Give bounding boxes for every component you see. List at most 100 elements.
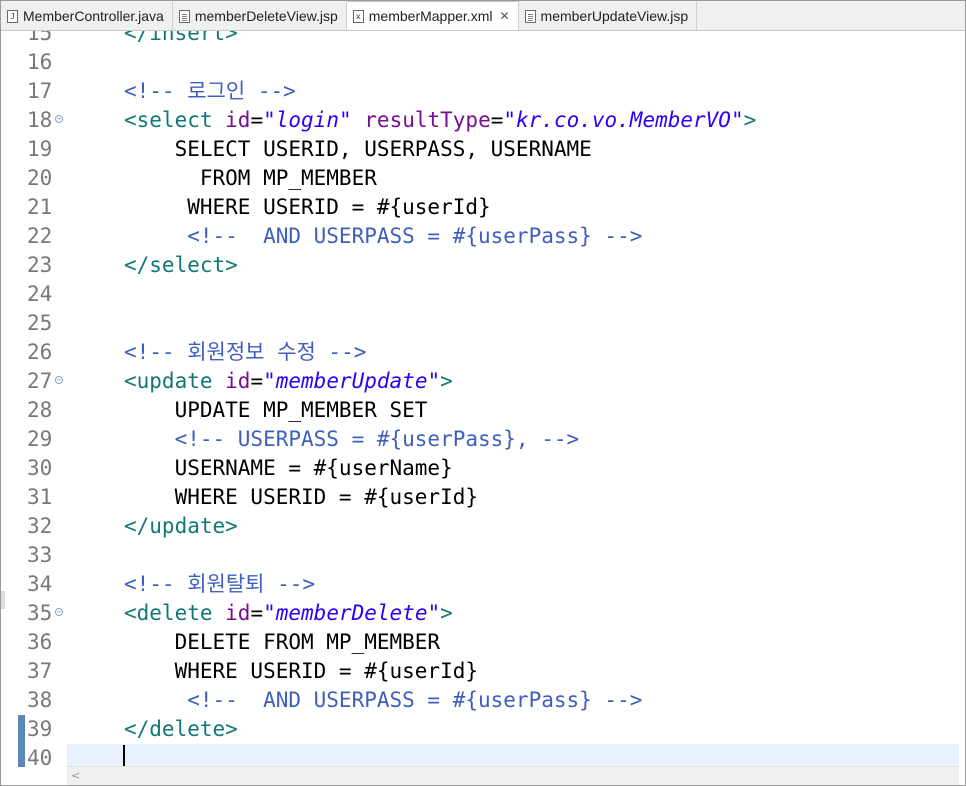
xml-file-icon: x: [352, 9, 364, 23]
code-text: </delete>: [124, 715, 238, 744]
tab-label: MemberController.java: [23, 8, 164, 24]
token-tag: </insert>: [124, 31, 238, 45]
token-tag: </update>: [124, 514, 238, 538]
line-number: 26: [27, 340, 53, 364]
code-line[interactable]: 38 <!-- AND USERPASS = #{userPass} -->: [1, 686, 965, 715]
scroll-left-arrow-icon[interactable]: <: [71, 769, 80, 782]
tab-label: memberMapper.xml: [368, 8, 493, 24]
line-number: 19: [27, 137, 53, 161]
tab-membercontroller-java[interactable]: J MemberController.java: [1, 2, 173, 30]
code-text: WHERE USERID = #{userId}: [124, 193, 491, 222]
code-line[interactable]: 21 WHERE USERID = #{userId}: [1, 193, 965, 222]
code-line[interactable]: 30 USERNAME = #{userName}: [1, 454, 965, 483]
token-com: <!-- 로그인 -->: [124, 79, 296, 103]
line-number: 30: [27, 456, 53, 480]
jsp-file-icon: [524, 9, 536, 23]
line-number: 24: [27, 282, 53, 306]
code-line[interactable]: 18− <select id="login" resultType="kr.co.…: [1, 106, 965, 135]
code-text: USERNAME = #{userName}: [124, 454, 453, 483]
code-line[interactable]: 39 </delete>: [1, 715, 965, 744]
code-text: <!-- 로그인 -->: [124, 77, 296, 106]
code-line[interactable]: 28 UPDATE MP_MEMBER SET: [1, 396, 965, 425]
code-line[interactable]: 16: [1, 48, 965, 77]
code-line[interactable]: 29 <!-- USERPASS = #{userPass}, -->: [1, 425, 965, 454]
code-line[interactable]: 20 FROM MP_MEMBER: [1, 164, 965, 193]
token-com: <!-- AND USERPASS = #{userPass} -->: [124, 688, 643, 712]
code-line[interactable]: 26 <!-- 회원정보 수정 -->: [1, 338, 965, 367]
tab-memberdeleteview-jsp[interactable]: memberDeleteView.jsp: [173, 2, 347, 30]
token-attr: id: [225, 601, 251, 625]
code-line[interactable]: 40: [1, 744, 965, 767]
code-text: </insert>: [124, 31, 238, 48]
line-number: 15: [27, 31, 53, 45]
line-number: 16: [27, 50, 53, 74]
token-tag: <update: [124, 369, 226, 393]
code-line[interactable]: 24: [1, 280, 965, 309]
token-attr: id: [225, 108, 251, 132]
token-attr: resultType: [364, 108, 491, 132]
token-eq: =: [250, 601, 264, 625]
code-editor[interactable]: 15 </insert> 16 17 <!-- 로그인 --> 18− <select id…: [1, 31, 965, 767]
code-line[interactable]: 19 SELECT USERID, USERPASS, USERNAME: [1, 135, 965, 164]
code-line[interactable]: 15 </insert>: [1, 31, 965, 48]
tab-label: memberUpdateView.jsp: [540, 8, 689, 24]
code-line[interactable]: 32 </update>: [1, 512, 965, 541]
code-line[interactable]: 22 <!-- AND USERPASS = #{userPass} -->: [1, 222, 965, 251]
code-text: <update id="memberUpdate">: [124, 367, 453, 396]
fold-collapse-icon[interactable]: −: [55, 608, 63, 616]
tab-membermapper-xml[interactable]: x memberMapper.xml ✕: [346, 1, 519, 30]
close-tab-icon[interactable]: ✕: [499, 9, 509, 23]
fold-collapse-icon[interactable]: −: [55, 115, 63, 123]
line-number: 37: [27, 659, 53, 683]
code-line[interactable]: 25: [1, 309, 965, 338]
token-txt: USERNAME = #{userName}: [124, 456, 453, 480]
code-line[interactable]: 36 DELETE FROM MP_MEMBER: [1, 628, 965, 657]
line-number: 36: [27, 630, 53, 654]
token-txt: FROM MP_MEMBER: [124, 166, 377, 190]
code-line[interactable]: 34 <!-- 회원탈퇴 -->: [1, 570, 965, 599]
code-line[interactable]: 27− <update id="memberUpdate">: [1, 367, 965, 396]
line-number: 38: [27, 688, 53, 712]
line-number: 34: [27, 572, 53, 596]
code-text: WHERE USERID = #{userId}: [124, 657, 478, 686]
line-number: 32: [27, 514, 53, 538]
tab-label: memberDeleteView.jsp: [194, 8, 338, 24]
line-number: 23: [27, 253, 53, 277]
code-line[interactable]: 35− <delete id="memberDelete">: [1, 599, 965, 628]
code-line[interactable]: 37 WHERE USERID = #{userId}: [1, 657, 965, 686]
fold-collapse-icon[interactable]: −: [55, 376, 63, 384]
token-tag: <select: [124, 108, 226, 132]
line-number: 21: [27, 195, 53, 219]
code-line[interactable]: 23 </select>: [1, 251, 965, 280]
window-edge-marker: [1, 591, 5, 609]
editor-window: J MemberController.java memberDeleteView.j…: [0, 0, 966, 786]
token-txt: WHERE USERID = #{userId}: [124, 195, 491, 219]
token-val: "memberDelete": [263, 601, 441, 625]
horizontal-scrollbar[interactable]: <: [67, 766, 959, 785]
token-tag: >: [440, 369, 453, 393]
token-com: <!-- USERPASS = #{userPass}, -->: [124, 427, 580, 451]
code-text: FROM MP_MEMBER: [124, 164, 377, 193]
line-number: 25: [27, 311, 53, 335]
line-number: 28: [27, 398, 53, 422]
code-text: <!-- 회원탈퇴 -->: [124, 570, 315, 599]
line-number: 39: [27, 717, 53, 741]
code-line[interactable]: 31 WHERE USERID = #{userId}: [1, 483, 965, 512]
token-com: <!-- AND USERPASS = #{userPass} -->: [124, 224, 643, 248]
tab-memberupdateview-jsp[interactable]: memberUpdateView.jsp: [519, 2, 698, 30]
code-line[interactable]: 17 <!-- 로그인 -->: [1, 77, 965, 106]
token-tag: </delete>: [124, 717, 238, 741]
code-text: WHERE USERID = #{userId}: [124, 483, 478, 512]
code-text: DELETE FROM MP_MEMBER: [124, 628, 441, 657]
code-text: <!-- 회원정보 수정 -->: [124, 338, 366, 367]
code-text: </update>: [124, 512, 238, 541]
code-text: <delete id="memberDelete">: [124, 599, 453, 628]
token-val: "login": [263, 108, 352, 132]
code-text: <!-- USERPASS = #{userPass}, -->: [124, 425, 580, 454]
token-tag: >: [440, 601, 453, 625]
code-line[interactable]: 33: [1, 541, 965, 570]
code-text: <!-- AND USERPASS = #{userPass} -->: [124, 222, 642, 251]
token-com: <!-- 회원정보 수정 -->: [124, 340, 367, 364]
token-eq: =: [490, 108, 504, 132]
code-text: SELECT USERID, USERPASS, USERNAME: [124, 135, 592, 164]
